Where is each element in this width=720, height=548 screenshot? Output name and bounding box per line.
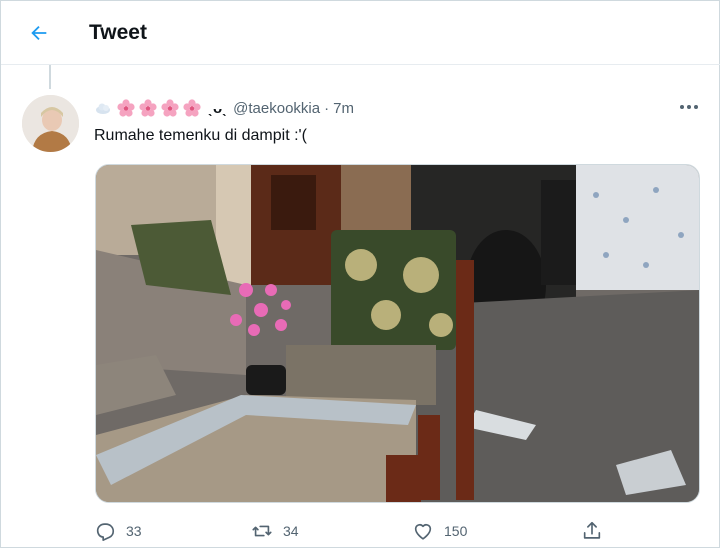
more-horizontal-icon	[680, 105, 698, 109]
retweet-button[interactable]: 34	[251, 517, 299, 545]
tweet-text: Rumahe temenku di dampit :'(	[94, 127, 307, 144]
cherry-blossom-icon	[117, 99, 135, 117]
more-options-button[interactable]	[677, 97, 701, 117]
tweet-window: Tweet ˎᴗˎ @taekookkia · 7m Rumahe temenk…	[0, 0, 720, 548]
display-name-suffix: ˎᴗˎ	[208, 99, 228, 117]
page-title: Tweet	[89, 21, 147, 44]
thread-connector-line	[49, 65, 51, 89]
reply-count: 33	[126, 523, 142, 539]
tweet-photo[interactable]	[95, 164, 700, 503]
tweet-meta: ˎᴗˎ @taekookkia · 7m	[94, 97, 354, 119]
display-name[interactable]: ˎᴗˎ	[94, 98, 227, 118]
heart-icon	[414, 523, 432, 540]
like-button[interactable]: 150	[412, 517, 467, 545]
back-button[interactable]	[23, 17, 55, 49]
cloud-emoji-icon	[96, 103, 110, 114]
share-icon	[583, 521, 601, 539]
meta-separator: ·	[324, 99, 330, 117]
retweet-icon	[252, 525, 272, 537]
avatar[interactable]	[22, 95, 79, 152]
share-button[interactable]	[581, 517, 603, 545]
tweet-actions-bar: 33 34 150	[94, 517, 614, 545]
back-arrow-icon	[31, 25, 47, 41]
room-photo-image	[96, 165, 699, 502]
retweet-count: 34	[283, 523, 299, 539]
tweet-timestamp[interactable]: 7m	[333, 100, 354, 117]
cherry-blossom-icon	[161, 99, 179, 117]
like-count: 150	[444, 523, 468, 539]
reply-button[interactable]: 33	[94, 517, 142, 545]
reply-icon	[96, 523, 115, 541]
header-bar: Tweet	[1, 1, 720, 65]
user-handle[interactable]: @taekookkia	[233, 100, 320, 117]
avatar-image	[22, 95, 79, 152]
cherry-blossom-icon	[139, 99, 157, 117]
cherry-blossom-icon	[183, 99, 201, 117]
